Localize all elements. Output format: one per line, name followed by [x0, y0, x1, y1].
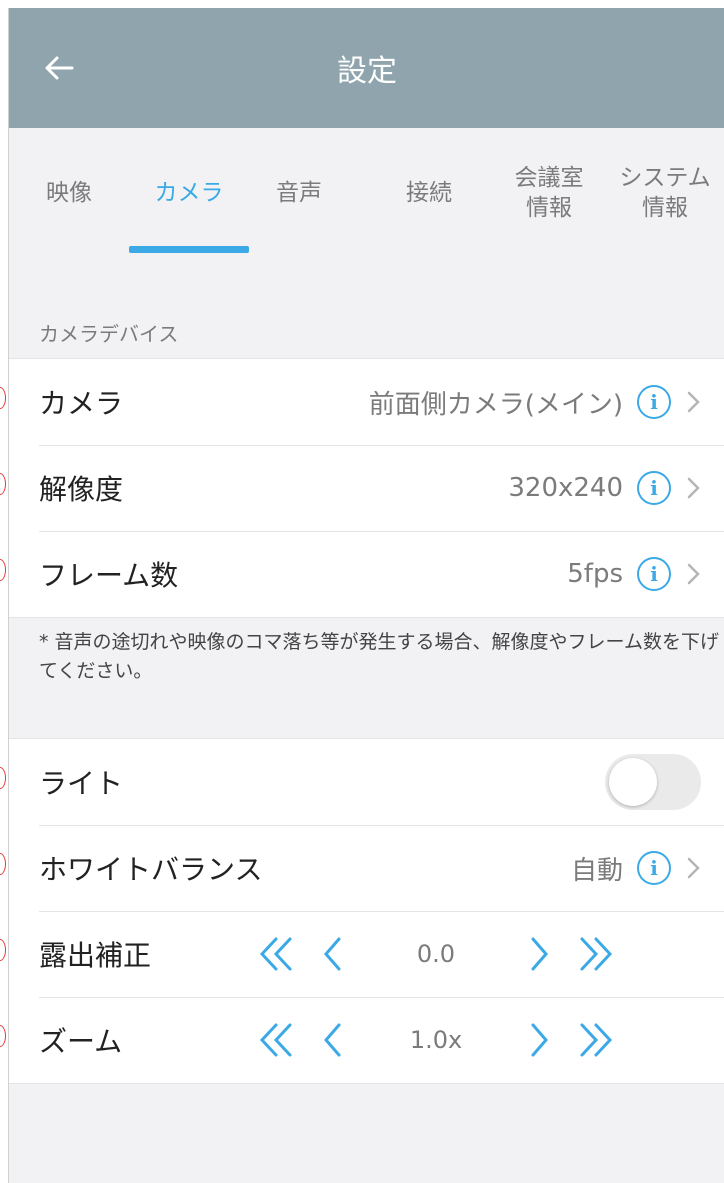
chevron-left-icon[interactable]: [305, 1012, 361, 1068]
section-heading-camera-device: カメラデバイス: [39, 322, 179, 346]
resolution-row[interactable]: 解像度 320x240 i: [9, 445, 724, 531]
zoom-row: ズーム 1.0x: [9, 997, 724, 1083]
camera-adjust-group: ライト ホワイトバランス 自動 i 露出補正 0.0 ズーム 1.0x: [9, 738, 724, 1084]
chevron-right-icon: [687, 562, 701, 586]
annotation-mark: [0, 853, 6, 875]
camera-value: 前面側カメラ(メイン): [368, 389, 623, 420]
white-balance-label: ホワイトバランス: [39, 853, 263, 886]
tab-camera[interactable]: カメラ: [129, 158, 249, 228]
annotation-mark: [0, 939, 6, 961]
info-icon[interactable]: i: [637, 385, 671, 419]
double-chevron-left-icon[interactable]: [249, 926, 305, 982]
camera-row[interactable]: カメラ 前面側カメラ(メイン) i: [9, 359, 724, 445]
frame-rate-value: 5fps: [567, 559, 623, 589]
frame-rate-label: フレーム数: [39, 559, 179, 592]
zoom-label: ズーム: [39, 1025, 123, 1058]
light-toggle[interactable]: [605, 754, 701, 810]
chevron-right-icon: [687, 390, 701, 414]
tab-room-info[interactable]: 会議室 情報: [499, 158, 599, 228]
chevron-right-icon[interactable]: [511, 1012, 567, 1068]
annotation-mark: [0, 1025, 6, 1047]
annotation-mark: [0, 387, 6, 409]
chevron-left-icon[interactable]: [305, 926, 361, 982]
settings-tabs: 映像 カメラ 音声 接続 会議室 情報 システム 情報: [9, 128, 724, 268]
exposure-value: 0.0: [416, 940, 456, 968]
exposure-label: 露出補正: [39, 939, 152, 972]
tab-audio[interactable]: 音声: [254, 158, 344, 228]
info-icon[interactable]: i: [637, 851, 671, 885]
resolution-value: 320x240: [508, 473, 623, 503]
double-chevron-right-icon[interactable]: [567, 1012, 623, 1068]
info-icon[interactable]: i: [637, 557, 671, 591]
settings-screen: 設定 映像 カメラ 音声 接続 会議室 情報 システム 情報 カメラデバイス カ…: [8, 8, 724, 1183]
info-icon[interactable]: i: [637, 471, 671, 505]
camera-device-group: カメラ 前面側カメラ(メイン) i 解像度 320x240 i フレーム数 5f…: [9, 358, 724, 618]
chevron-right-icon[interactable]: [511, 926, 567, 982]
frame-rate-row[interactable]: フレーム数 5fps i: [9, 531, 724, 617]
exposure-row: 露出補正 0.0: [9, 911, 724, 997]
tab-connection[interactable]: 接続: [384, 158, 474, 228]
arrow-left-icon: [45, 56, 74, 80]
annotation-mark: [0, 473, 6, 495]
tab-system-info[interactable]: システム 情報: [605, 158, 724, 228]
active-tab-indicator: [129, 246, 249, 253]
light-label: ライト: [39, 767, 124, 800]
annotation-mark: [0, 767, 6, 789]
app-header: 設定: [9, 8, 724, 128]
back-button[interactable]: [37, 46, 81, 90]
resolution-label: 解像度: [39, 473, 124, 506]
chevron-right-icon: [687, 476, 701, 500]
page-title: 設定: [337, 54, 397, 89]
chevron-right-icon: [687, 856, 701, 880]
double-chevron-right-icon[interactable]: [567, 926, 623, 982]
white-balance-row[interactable]: ホワイトバランス 自動 i: [9, 825, 724, 911]
zoom-stepper: 1.0x: [249, 997, 623, 1083]
zoom-value: 1.0x: [409, 1026, 463, 1054]
annotation-mark: [0, 559, 6, 581]
double-chevron-left-icon[interactable]: [249, 1012, 305, 1068]
white-balance-value: 自動: [570, 855, 623, 886]
camera-label: カメラ: [39, 387, 124, 420]
light-row: ライト: [9, 739, 724, 825]
camera-note: * 音声の途切れや映像のコマ落ち等が発生する場合、解像度やフレーム数を下げてくだ…: [39, 631, 719, 682]
toggle-knob: [609, 758, 657, 806]
tab-video[interactable]: 映像: [19, 158, 119, 228]
exposure-stepper: 0.0: [249, 911, 623, 997]
